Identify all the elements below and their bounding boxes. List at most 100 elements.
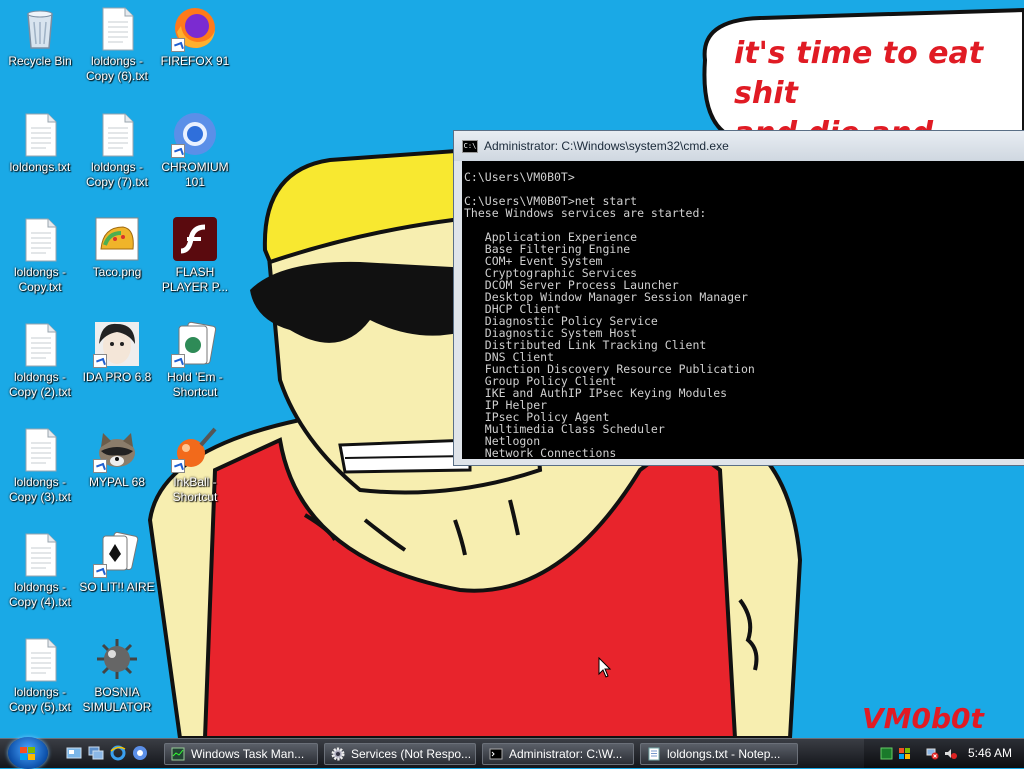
console-line: C:\Users\VM0B0T>	[464, 170, 575, 184]
notepad-icon	[648, 747, 660, 761]
chromium-icon	[171, 110, 219, 158]
task-manager-icon	[171, 747, 185, 761]
taskbar: Windows Task Man... Services (Not Respo.…	[0, 737, 1024, 769]
text-file-icon	[93, 4, 141, 52]
taco-image-icon	[93, 215, 141, 263]
icon-label: FIREFOX 91	[160, 54, 230, 68]
desktop-icon-loldongs-copy[interactable]: loldongs - Copy.txt	[0, 215, 80, 295]
icon-label: Recycle Bin	[8, 54, 72, 68]
cmd-icon: C:\	[462, 139, 478, 153]
icon-label: loldongs - Copy (6).txt	[85, 54, 148, 83]
icon-label: MYPAL 68	[88, 475, 146, 489]
mouse-cursor-icon	[598, 657, 612, 678]
chromium-quicklaunch-icon[interactable]	[132, 745, 148, 761]
desktop-icon-ida-pro[interactable]: IDA PRO 6.8	[77, 320, 157, 385]
desktop-icon-chromium[interactable]: CHROMIUM 101	[155, 110, 235, 190]
icon-label: loldongs.txt	[9, 160, 71, 174]
icon-label: loldongs - Copy.txt	[13, 265, 67, 294]
icon-label: loldongs - Copy (7).txt	[85, 160, 148, 189]
icon-label: FLASH PLAYER P...	[161, 265, 229, 294]
desktop-icon-mypal[interactable]: MYPAL 68	[77, 425, 157, 490]
text-file-icon	[16, 425, 64, 473]
flash-player-icon	[171, 215, 219, 263]
inkball-icon	[171, 425, 219, 473]
icon-label: loldongs - Copy (4).txt	[8, 580, 71, 609]
desktop[interactable]: it's time to eat shit and die and chew b…	[0, 0, 1024, 738]
icon-label: BOSNIA SIMULATOR	[82, 685, 152, 714]
desktop-icon-flash-player[interactable]: FLASH PLAYER P...	[155, 215, 235, 295]
desktop-icon-loldongs-copy-6[interactable]: loldongs - Copy (6).txt	[77, 4, 157, 84]
minesweeper-mine-icon	[93, 635, 141, 683]
shortcut-arrow-icon	[93, 354, 107, 368]
cmd-icon	[489, 748, 503, 760]
taskbar-button-notepad[interactable]: loldongs.txt - Notep...	[640, 743, 798, 765]
taskbar-button-label: Services (Not Respo...	[351, 747, 472, 761]
console-line: Network Connections	[464, 446, 617, 459]
icon-label: loldongs - Copy (2).txt	[8, 370, 71, 399]
desktop-icon-solitaire[interactable]: SO LIT!! AIRE	[77, 530, 157, 595]
start-button[interactable]	[8, 737, 48, 769]
icon-label: CHROMIUM 101	[161, 160, 229, 189]
taskbar-button-services[interactable]: Services (Not Respo...	[324, 743, 476, 765]
ida-pro-icon	[93, 320, 141, 368]
show-desktop-icon[interactable]	[66, 745, 82, 761]
icon-label: IDA PRO 6.8	[82, 370, 152, 384]
shortcut-arrow-icon	[171, 354, 185, 368]
desktop-icon-loldongs-copy-3[interactable]: loldongs - Copy (3).txt	[0, 425, 80, 505]
cmd-window[interactable]: C:\ Administrator: C:\Windows\system32\c…	[453, 130, 1024, 466]
shortcut-arrow-icon	[93, 459, 107, 473]
raccoon-icon	[93, 425, 141, 473]
text-file-icon	[93, 110, 141, 158]
text-file-icon	[16, 215, 64, 263]
icon-label: loldongs - Copy (3).txt	[8, 475, 71, 504]
taskbar-clock[interactable]: 5:46 AM	[968, 746, 1012, 760]
taskbar-button-cmd[interactable]: Administrator: C:\W...	[482, 743, 634, 765]
icon-label: SO LIT!! AIRE	[79, 580, 155, 594]
playing-cards-icon	[171, 320, 219, 368]
notification-area: 5:46 AM	[864, 739, 1024, 768]
desktop-icon-bosnia-simulator[interactable]: BOSNIA SIMULATOR	[77, 635, 157, 715]
artist-signature: VM0b0t	[862, 702, 984, 735]
volume-muted-icon[interactable]	[944, 747, 957, 760]
shortcut-arrow-icon	[171, 144, 185, 158]
desktop-icon-loldongs-copy-5[interactable]: loldongs - Copy (5).txt	[0, 635, 80, 715]
cmd-window-title: Administrator: C:\Windows\system32\cmd.e…	[484, 139, 729, 153]
desktop-icon-hold-em[interactable]: Hold 'Em - Shortcut	[155, 320, 235, 400]
windows-logo-icon	[20, 747, 36, 761]
text-file-icon	[16, 320, 64, 368]
desktop-icon-loldongs-copy-2[interactable]: loldongs - Copy (2).txt	[0, 320, 80, 400]
desktop-icon-firefox[interactable]: FIREFOX 91	[155, 4, 235, 69]
desktop-icon-taco[interactable]: Taco.png	[77, 215, 157, 280]
services-gear-icon	[331, 747, 345, 761]
solitaire-cards-icon	[93, 530, 141, 578]
text-file-icon	[16, 635, 64, 683]
text-file-icon	[16, 110, 64, 158]
switch-windows-icon[interactable]	[88, 745, 104, 761]
icon-label: Taco.png	[92, 265, 142, 279]
taskbar-button-task-manager[interactable]: Windows Task Man...	[164, 743, 318, 765]
network-disconnected-icon[interactable]	[926, 747, 939, 760]
desktop-icon-recycle-bin[interactable]: Recycle Bin	[0, 4, 80, 69]
shortcut-arrow-icon	[93, 564, 107, 578]
tray-security-icon[interactable]	[898, 747, 911, 760]
desktop-icon-loldongs[interactable]: loldongs.txt	[0, 110, 80, 175]
tray-app-icon[interactable]	[880, 747, 893, 760]
taskbar-button-label: loldongs.txt - Notep...	[667, 747, 781, 761]
icon-label: loldongs - Copy (5).txt	[8, 685, 71, 714]
recycle-bin-icon	[16, 4, 64, 52]
internet-explorer-icon[interactable]	[110, 745, 126, 761]
shortcut-arrow-icon	[171, 459, 185, 473]
console-line: Multimedia Class Scheduler	[464, 422, 665, 436]
cmd-console-output[interactable]: C:\Users\VM0B0T> C:\Users\VM0B0T>net sta…	[462, 161, 1024, 459]
desktop-icon-loldongs-copy-4[interactable]: loldongs - Copy (4).txt	[0, 530, 80, 610]
cmd-titlebar[interactable]: C:\ Administrator: C:\Windows\system32\c…	[454, 131, 1024, 161]
icon-label: InkBall - Shortcut	[172, 475, 218, 504]
taskbar-button-label: Administrator: C:\W...	[509, 747, 623, 761]
taskbar-button-label: Windows Task Man...	[191, 747, 305, 761]
desktop-icon-loldongs-copy-7[interactable]: loldongs - Copy (7).txt	[77, 110, 157, 190]
console-line: These Windows services are started:	[464, 206, 707, 220]
text-file-icon	[16, 530, 64, 578]
icon-label: Hold 'Em - Shortcut	[167, 370, 223, 399]
desktop-icon-inkball[interactable]: InkBall - Shortcut	[155, 425, 235, 505]
speech-bubble-text: it's time to eat shit and die and chew b…	[734, 36, 984, 134]
